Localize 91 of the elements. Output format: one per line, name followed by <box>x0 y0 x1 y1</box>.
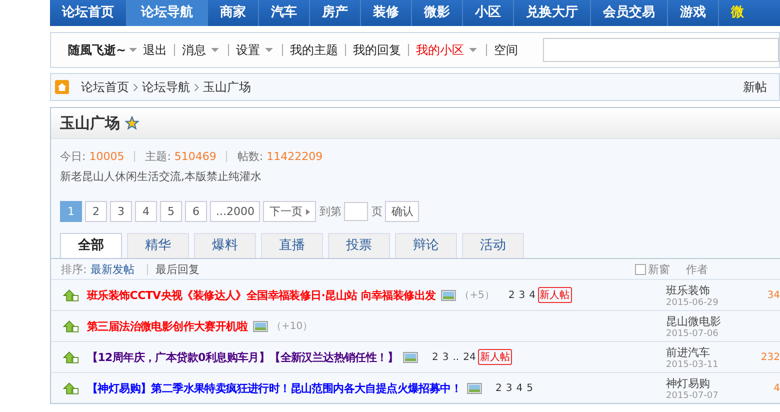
user-link[interactable]: 我的小区 <box>416 42 464 58</box>
checkbox[interactable] <box>635 264 646 274</box>
tab[interactable]: 活动 <box>462 233 524 258</box>
chevron-icon <box>194 82 199 92</box>
user-link[interactable]: 我的主题 <box>290 42 338 58</box>
forum-title: 玉山广场 <box>60 114 120 132</box>
image-count: （+5） <box>460 289 494 302</box>
nav-link[interactable]: 小区 <box>463 0 514 26</box>
thread-title-link[interactable]: 班乐装饰CCTV央视《装修达人》全国幸福装修日·昆山站 向幸福装修出发 <box>87 288 436 302</box>
post-date: 2015-06-29 <box>666 298 720 308</box>
thread-icon[interactable] <box>63 382 79 394</box>
reply-count: 4 <box>774 382 780 394</box>
nav-link[interactable]: 微 <box>719 0 744 26</box>
thread-title-link[interactable]: 【神灯易购】第二季水果特卖疯狂进行时！昆山范围内各大自提点火爆招募中！ <box>87 380 462 396</box>
author-link[interactable]: 神灯易购 <box>666 376 742 390</box>
tab[interactable]: 直播 <box>261 233 323 258</box>
page-link[interactable]: 2 <box>85 201 107 222</box>
stat-text: 帖数: 11422209 <box>237 149 323 164</box>
tab[interactable]: 辩论 <box>395 233 457 258</box>
chevron-icon <box>133 82 138 92</box>
forum-description: 新老昆山人休闲生活交流,本版禁止纯灌水 <box>60 169 262 184</box>
breadcrumb-link[interactable]: 论坛首页 <box>81 78 129 96</box>
thread-page-link[interactable]: 2 <box>432 352 438 362</box>
tab[interactable]: 全部 <box>60 233 122 258</box>
page-link[interactable]: 6 <box>185 201 207 222</box>
nav-link[interactable]: 微影 <box>412 0 463 26</box>
thread-page-link[interactable]: 4 <box>516 382 523 394</box>
sort-option[interactable]: 最新发帖 <box>90 262 135 276</box>
tab[interactable]: 投票 <box>328 233 390 258</box>
breadcrumb-link[interactable]: 玉山广场 <box>203 78 251 96</box>
tab[interactable]: 精华 <box>127 233 189 258</box>
new-user-badge: 新人帖 <box>538 287 572 303</box>
thread-page-link[interactable]: 24 <box>463 352 476 362</box>
thread-page-link[interactable]: 3 <box>506 382 512 394</box>
thread-page-link[interactable]: 5 <box>526 382 534 394</box>
nav-link[interactable]: 装修 <box>361 0 412 26</box>
thread-icon[interactable] <box>63 288 79 302</box>
username[interactable]: 随風飞逝~ <box>68 42 126 58</box>
new-window-label: 新窗 <box>648 262 670 276</box>
user-link[interactable]: 空间 <box>494 42 518 58</box>
nav-link[interactable]: 兑换大厅 <box>514 0 591 26</box>
nav-link[interactable]: 汽车 <box>259 0 310 26</box>
stat-text: 今日: 10005 <box>60 149 124 164</box>
home-icon[interactable] <box>55 80 69 94</box>
user-link[interactable]: 消息 <box>182 42 206 58</box>
image-count: （+10） <box>272 320 313 333</box>
sort-label: 排序: <box>61 262 87 276</box>
page-link[interactable]: ...2000 <box>210 201 260 222</box>
page-link[interactable]: 4 <box>135 201 157 222</box>
nav-link[interactable]: 房产 <box>310 0 361 26</box>
nav-link[interactable]: 商家 <box>208 0 259 26</box>
thread-page-link[interactable]: 4 <box>529 290 536 300</box>
search-field[interactable] <box>543 38 779 62</box>
confirm-button[interactable]: 确认 <box>385 201 420 222</box>
user-link[interactable]: 退出 <box>143 42 168 58</box>
goto-label: 页 <box>371 204 382 219</box>
author-link[interactable]: 前进汽车 <box>666 344 742 360</box>
post-date: 2015-07-07 <box>666 390 720 400</box>
page-number-field[interactable] <box>344 202 368 221</box>
post-date: 2015-03-11 <box>666 360 720 370</box>
stat-text: 主题: 510469 <box>145 149 216 164</box>
new-user-badge: 新人帖 <box>478 349 512 365</box>
reply-count: 232 <box>760 352 780 362</box>
author-link[interactable]: 昆山微电影 <box>666 314 742 328</box>
next-page-button[interactable]: 下一页 <box>263 201 316 222</box>
nav-link[interactable]: 会员交易 <box>591 0 668 26</box>
new-post-link[interactable]: 新帖 <box>743 78 767 96</box>
user-link[interactable]: 我的回复 <box>353 42 402 58</box>
user-link[interactable]: 设置 <box>236 42 260 58</box>
sort-option[interactable]: 最后回复 <box>156 262 200 276</box>
thread-page-link[interactable]: 2 <box>496 382 502 394</box>
tab[interactable]: 爆料 <box>194 233 256 258</box>
author-header: 作者 <box>686 262 708 276</box>
thread-page-link[interactable]: 2 <box>508 290 515 300</box>
thread-icon[interactable] <box>63 350 79 364</box>
thread-page-link[interactable]: 3 <box>442 352 449 362</box>
thread-title-link[interactable]: 第三届法治微电影创作大赛开机啦 <box>87 318 248 334</box>
author-link[interactable]: 班乐装饰 <box>666 282 742 298</box>
page-link[interactable]: 3 <box>110 201 132 222</box>
star-icon[interactable] <box>125 116 139 130</box>
breadcrumb-link[interactable]: 论坛导航 <box>142 78 190 96</box>
goto-label: 到第 <box>319 204 342 219</box>
post-date: 2015-07-06 <box>666 328 720 338</box>
page-link[interactable]: 5 <box>160 201 182 222</box>
thread-page-link[interactable]: 3 <box>518 290 526 300</box>
reply-count: 34 <box>767 290 780 300</box>
thread-page-link[interactable]: .. <box>452 352 460 362</box>
thread-title-link[interactable]: 【12周年庆，广本贷款0利息购车月】【全新汉兰达热销任性！】 <box>87 350 398 364</box>
nav-link[interactable]: 论坛导航 <box>127 0 208 26</box>
nav-link[interactable]: 游戏 <box>668 0 719 26</box>
thread-icon[interactable] <box>63 320 79 332</box>
